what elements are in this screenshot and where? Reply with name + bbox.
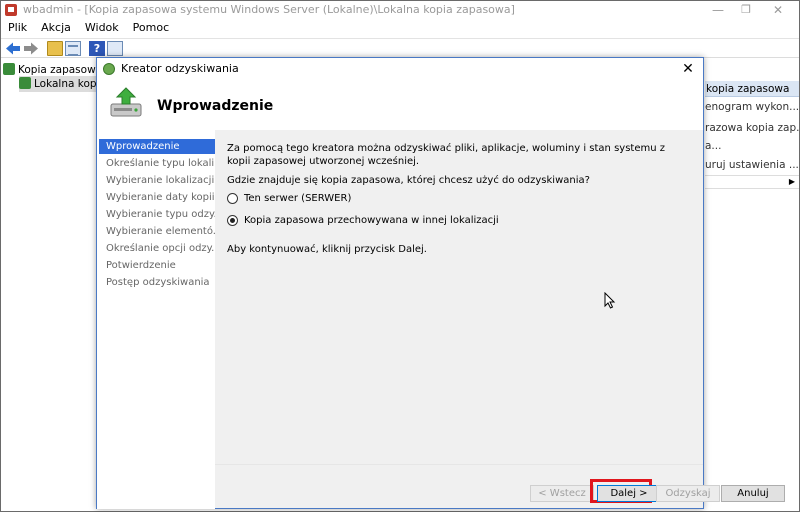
window-titlebar: wbadmin - [Kopia zapasowa systemu Window…	[1, 1, 799, 19]
step-location-type: Określanie typu lokali...	[106, 158, 215, 169]
next-button[interactable]: Dalej >	[597, 485, 661, 502]
step-recovery-type: Wybieranie typu odzy...	[106, 209, 215, 220]
wbadmin-app-icon	[5, 4, 17, 16]
dialog-close-button[interactable]: ✕	[675, 59, 701, 79]
help-icon[interactable]: ?	[89, 41, 105, 56]
console-tree: Kopia zapasowa sy Lokalna kopia	[1, 59, 97, 511]
wizard-steps: Wprowadzenie Określanie typu lokali... W…	[97, 133, 215, 509]
backup-icon	[3, 63, 15, 75]
wizard-footer: < Wstecz Dalej > Odzyskaj Anuluj	[215, 464, 785, 508]
actions-header: kopia zapasowa	[705, 81, 799, 97]
continue-text: Aby kontynuować, kliknij przycisk Dalej.	[227, 244, 427, 255]
action-item-configure[interactable]: uruj ustawienia ...	[705, 157, 799, 173]
step-select-location: Wybieranie lokalizacji...	[106, 175, 215, 186]
step-confirmation: Potwierdzenie	[106, 260, 176, 271]
recovery-drive-icon	[109, 86, 143, 120]
cancel-button[interactable]: Anuluj	[721, 485, 785, 502]
action-item-once[interactable]: razowa kopia zap...	[705, 120, 799, 136]
tree-item-local-backup[interactable]: Lokalna kopia	[19, 76, 97, 92]
dialog-title: Kreator odzyskiwania	[121, 62, 239, 75]
actions-subheader[interactable]: ▶	[705, 175, 799, 189]
question-text: Gdzie znajduje się kopia zapasowa, które…	[227, 175, 590, 186]
window-title: wbadmin - [Kopia zapasowa systemu Window…	[23, 3, 515, 16]
close-window-button[interactable]: ✕	[763, 1, 793, 19]
restore-button[interactable]: Odzyskaj	[656, 485, 720, 502]
dialog-titlebar: Kreator odzyskiwania ✕	[97, 58, 703, 80]
intro-text: Za pomocą tego kreatora można odzyskiwać…	[227, 143, 665, 167]
step-intro: Wprowadzenie	[99, 139, 215, 154]
menu-widok[interactable]: Widok	[78, 19, 126, 37]
step-recovery-options: Określanie opcji odzy...	[106, 243, 215, 254]
maximize-button[interactable]: ❐	[731, 1, 761, 19]
option-this-server[interactable]: Ten serwer (SERWER)	[227, 191, 351, 205]
wizard-content: Za pomocą tego kreatora można odzyskiwać…	[215, 130, 703, 464]
radio-other-location[interactable]	[227, 214, 238, 226]
menu-akcja[interactable]: Akcja	[34, 19, 78, 37]
action-item-recover[interactable]: a...	[705, 138, 799, 154]
menu-plik[interactable]: Plik	[1, 19, 34, 37]
toolbar: ?	[1, 38, 799, 58]
menu-bar: Plik Akcja Widok Pomoc	[1, 19, 799, 37]
back-arrow-icon[interactable]	[5, 41, 21, 56]
option-other-location-label: Kopia zapasowa przechowywana w innej lok…	[244, 214, 499, 226]
forward-arrow-icon[interactable]	[23, 41, 39, 56]
wizard-icon	[103, 63, 115, 75]
option-other-location[interactable]: Kopia zapasowa przechowywana w innej lok…	[227, 213, 499, 227]
local-backup-icon	[19, 77, 31, 89]
minimize-button[interactable]: —	[703, 1, 733, 19]
collapse-arrow-icon: ▶	[788, 177, 795, 186]
radio-this-server[interactable]	[227, 192, 238, 204]
folder-up-icon[interactable]	[47, 41, 63, 56]
actions-pane: kopia zapasowa enogram wykon... razowa k…	[705, 59, 799, 511]
show-console-tree-icon[interactable]	[65, 41, 81, 56]
step-progress: Postęp odzyskiwania	[106, 277, 210, 288]
option-this-server-label: Ten serwer (SERWER)	[244, 192, 352, 204]
show-action-pane-icon[interactable]	[107, 41, 123, 56]
menu-pomoc[interactable]: Pomoc	[126, 19, 176, 37]
wizard-heading: Wprowadzenie	[157, 98, 274, 114]
back-button[interactable]: < Wstecz	[530, 485, 594, 502]
tree-child-label: Lokalna kopia	[34, 78, 97, 90]
wizard-header: Wprowadzenie	[97, 80, 703, 132]
action-item-schedule[interactable]: enogram wykon...	[705, 99, 799, 115]
tree-root-label: Kopia zapasowa sy	[18, 64, 97, 76]
recovery-wizard-dialog: Kreator odzyskiwania ✕ Wprowadzenie Wpro…	[96, 57, 785, 509]
step-select-date: Wybieranie daty kopii...	[106, 192, 215, 203]
step-select-items: Wybieranie elementó...	[106, 226, 215, 237]
pointer-cursor-icon	[604, 292, 616, 309]
